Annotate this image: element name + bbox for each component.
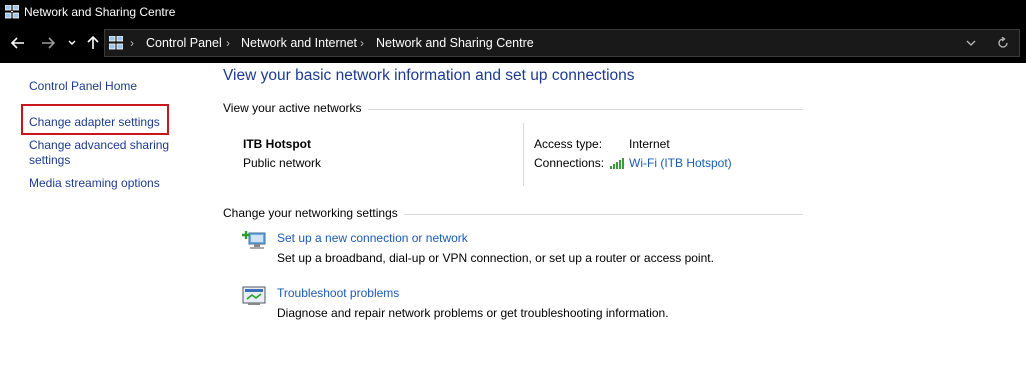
refresh-icon <box>998 37 1008 48</box>
sidebar-item-change-advanced-sharing-settings[interactable]: Change advanced sharing settings <box>29 138 179 168</box>
refresh-button[interactable] <box>992 30 1014 56</box>
access-type-label: Access type: <box>534 137 603 151</box>
window-title: Network and Sharing Centre <box>24 4 176 19</box>
breadcrumb-separator: › <box>226 36 230 50</box>
sidebar-item-media-streaming-options[interactable]: Media streaming options <box>29 176 179 191</box>
troubleshoot-description: Diagnose and repair network problems or … <box>277 306 669 320</box>
sidebar-item-change-adapter-settings[interactable]: Change adapter settings <box>29 115 179 130</box>
up-button[interactable] <box>84 23 102 63</box>
networking-settings-heading: Change your networking settings <box>223 206 404 220</box>
troubleshoot-icon <box>242 286 266 305</box>
network-name: ITB Hotspot <box>243 137 311 151</box>
page-title: View your basic network information and … <box>223 67 635 84</box>
connection-link[interactable]: Wi-Fi (ITB Hotspot) <box>629 156 732 170</box>
setup-connection-description: Set up a broadband, dial-up or VPN conne… <box>277 251 714 265</box>
control-panel-icon <box>109 36 123 50</box>
forward-button[interactable] <box>38 23 58 63</box>
setup-connection-link[interactable]: Set up a new connection or network <box>277 231 468 245</box>
breadcrumb-control-panel[interactable]: Control Panel <box>146 30 222 56</box>
address-bar[interactable]: › Control Panel › Network and Internet ›… <box>104 29 1020 57</box>
title-bar: Network and Sharing Centre <box>0 0 1026 23</box>
vertical-divider <box>523 123 524 186</box>
address-dropdown-button[interactable] <box>963 30 979 56</box>
network-centre-icon <box>5 4 19 18</box>
breadcrumb-network-and-sharing-centre[interactable]: Network and Sharing Centre <box>376 30 534 56</box>
back-arrow-icon <box>11 37 24 49</box>
breadcrumb-separator: › <box>360 36 364 50</box>
troubleshoot-link[interactable]: Troubleshoot problems <box>277 286 399 300</box>
sidebar-item-label: settings <box>29 153 71 167</box>
active-networks-heading: View your active networks <box>223 101 368 115</box>
breadcrumb-network-and-internet[interactable]: Network and Internet <box>241 30 357 56</box>
wifi-signal-icon <box>610 158 624 169</box>
chevron-down-icon <box>68 40 76 45</box>
connections-label: Connections: <box>534 156 605 170</box>
back-button[interactable] <box>8 23 28 63</box>
sidebar-item-control-panel-home[interactable]: Control Panel Home <box>29 79 179 94</box>
breadcrumb-separator: › <box>130 36 134 50</box>
sidebar-item-label: Change advanced sharing <box>29 138 170 152</box>
up-arrow-icon <box>87 36 99 49</box>
network-setup-icon <box>242 231 266 249</box>
forward-arrow-icon <box>42 37 55 49</box>
navigation-bar: › Control Panel › Network and Internet ›… <box>0 23 1026 63</box>
access-type-value: Internet <box>629 137 670 151</box>
recent-locations-button[interactable] <box>64 23 80 63</box>
chevron-down-icon <box>966 40 976 46</box>
network-type[interactable]: Public network <box>243 156 321 170</box>
